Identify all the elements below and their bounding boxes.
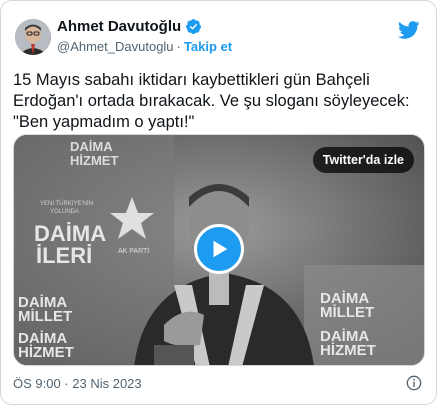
video-player[interactable]: DAİMA HİZMET YENİ TÜRKİYE'NİN YOLUNDA DA… — [13, 134, 425, 366]
svg-text:DAİMA: DAİMA — [70, 139, 113, 154]
svg-text:HİZMET: HİZMET — [320, 342, 376, 359]
svg-text:MİLLET: MİLLET — [320, 304, 374, 321]
separator-dot: · — [176, 39, 181, 54]
svg-text:YOLUNDA: YOLUNDA — [50, 209, 79, 215]
author-handle[interactable]: @Ahmet_Davutoglu — [57, 39, 174, 54]
svg-text:MİLLET: MİLLET — [18, 308, 72, 325]
tweet-timestamp[interactable]: ÖS 9:00 · 23 Nis 2023 — [13, 376, 142, 391]
play-button[interactable] — [194, 224, 244, 274]
verified-badge-icon — [186, 19, 202, 35]
author-name-row: Ahmet Davutoğlu — [57, 18, 202, 35]
tweet-text: 15 Mayıs sabahı iktidarı kaybettikleri g… — [13, 71, 415, 131]
play-icon — [213, 240, 228, 258]
svg-text:HİZMET: HİZMET — [70, 153, 118, 168]
follow-button[interactable]: Takip et — [184, 39, 232, 54]
tweet-card: Ahmet Davutoğlu @Ahmet_Davutoglu · Takip… — [0, 0, 437, 405]
svg-text:YENİ TÜRKİYE'NİN: YENİ TÜRKİYE'NİN — [40, 200, 93, 207]
watch-on-twitter-button[interactable]: Twitter'da izle — [312, 147, 414, 173]
author-handle-row: @Ahmet_Davutoglu · Takip et — [57, 39, 232, 54]
twitter-bird-icon[interactable] — [398, 19, 420, 41]
svg-text:HİZMET: HİZMET — [18, 344, 74, 361]
svg-text:AK PARTİ: AK PARTİ — [118, 246, 149, 255]
author-name[interactable]: Ahmet Davutoğlu — [57, 18, 181, 35]
info-icon[interactable] — [406, 375, 422, 391]
author-avatar[interactable] — [15, 19, 51, 55]
svg-text:İLERİ: İLERİ — [36, 243, 92, 268]
